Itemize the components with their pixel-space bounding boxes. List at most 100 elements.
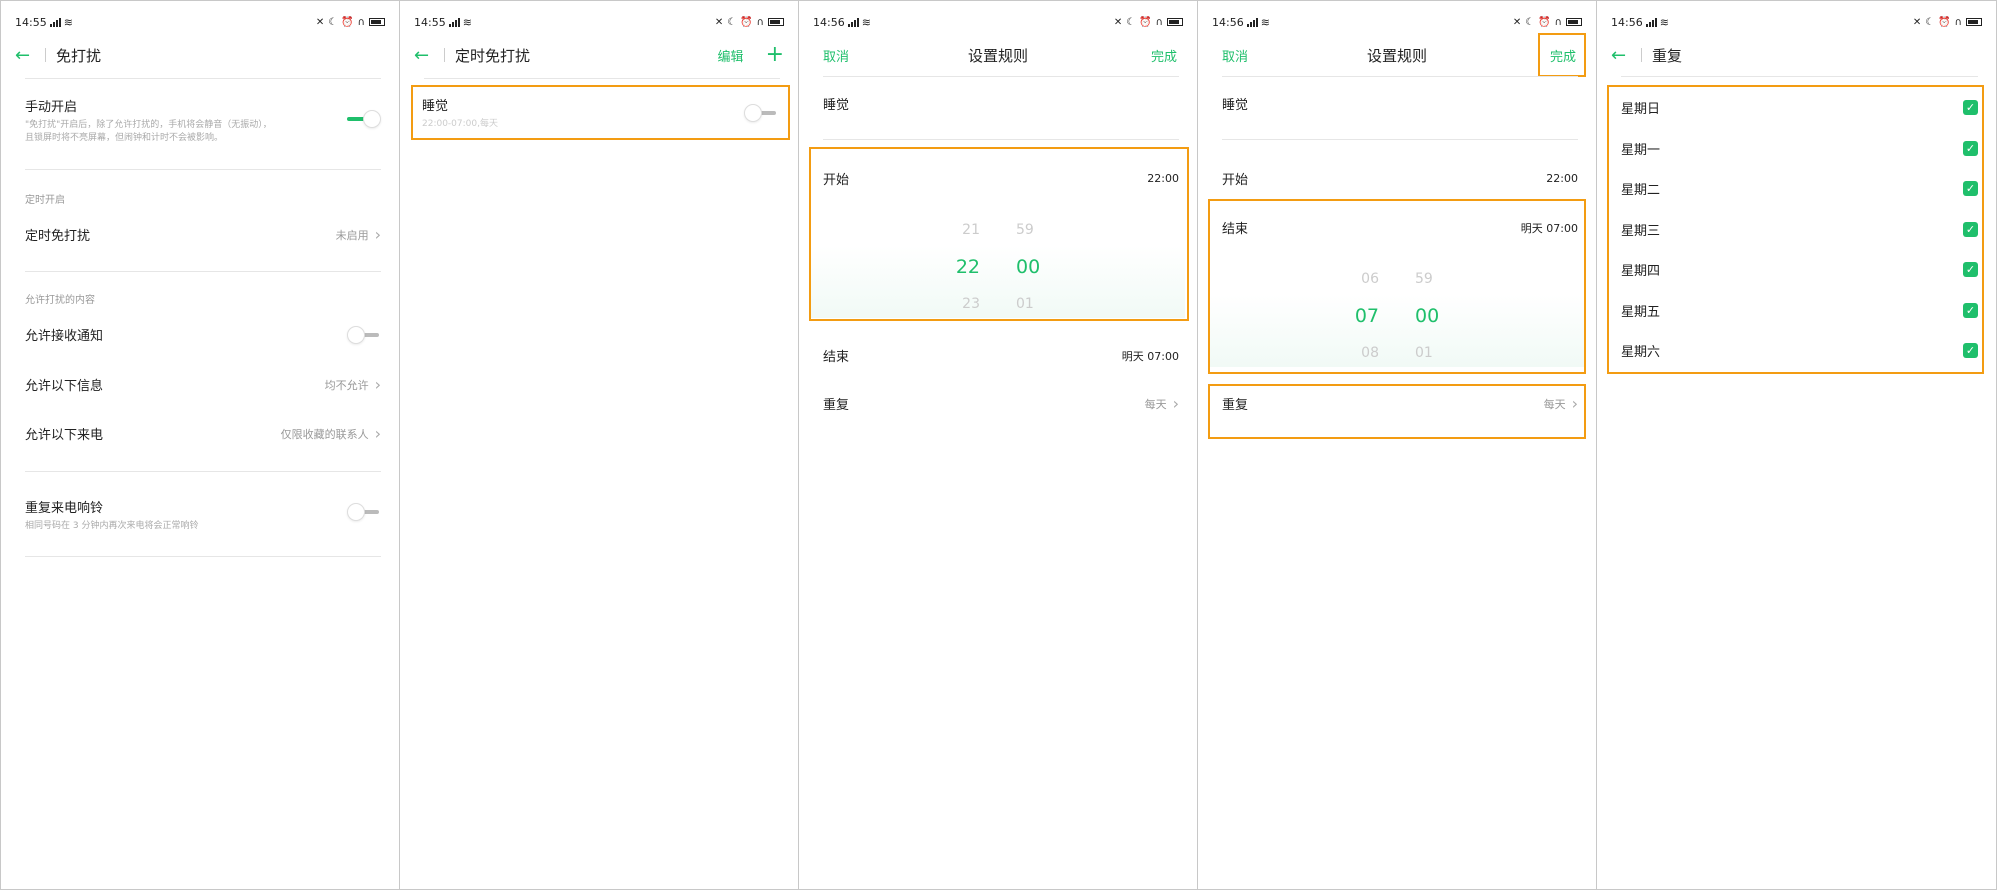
screens-strip: 14:55 ≋ ✕ ☾ ⏰ ∩ ← 免打扰 手动开启 "免打扰"开启后，除了允许…: [0, 0, 1997, 890]
allow-msg-value: 均不允许 ›: [325, 375, 381, 394]
picker-hour-selected: 07: [1354, 304, 1379, 327]
allow-notify-toggle[interactable]: [347, 325, 381, 344]
rule-name-input[interactable]: 睡觉: [823, 94, 849, 113]
picker-minute-selected: 00: [1415, 304, 1440, 327]
nav-bar: ← 重复: [1611, 37, 1982, 73]
rule-name: 睡觉: [422, 99, 449, 114]
start-row[interactable]: 开始 22:00: [1222, 169, 1578, 188]
time-picker[interactable]: 06 59 07 00 08 01: [1210, 260, 1584, 371]
day-label: 星期日: [1621, 102, 1661, 117]
picker-minute-prev: 59: [1415, 270, 1433, 287]
time-picker[interactable]: 21 59 22 00 23 01: [811, 211, 1185, 322]
divider: [1222, 76, 1578, 77]
cancel-button[interactable]: 取消: [1222, 46, 1248, 65]
plus-icon[interactable]: +: [766, 44, 784, 66]
schedule-label: 定时免打扰: [25, 229, 91, 244]
end-row[interactable]: 结束 明天 07:00: [823, 346, 1179, 366]
wifi-icon: ≋: [861, 15, 871, 29]
signal-icon: [448, 17, 460, 27]
battery-icon: [768, 18, 784, 26]
back-arrow-icon[interactable]: ←: [15, 45, 41, 66]
done-button[interactable]: 完成: [1151, 46, 1177, 65]
rule-name-input[interactable]: 睡觉: [1222, 94, 1248, 113]
divider: [25, 271, 381, 272]
signal-icon: [1645, 17, 1657, 27]
alarm-icon: ⏰: [1538, 16, 1551, 28]
checkbox-checked-icon[interactable]: ✓: [1963, 343, 1978, 358]
wifi-icon: ≋: [462, 15, 472, 29]
checkbox-checked-icon[interactable]: ✓: [1963, 222, 1978, 237]
rule-name-field[interactable]: 睡觉: [1222, 94, 1578, 113]
back-arrow-icon[interactable]: ←: [1611, 45, 1637, 66]
end-value: 明天 07:00: [1121, 349, 1179, 363]
repeat-row[interactable]: 重复 每天 ›: [823, 394, 1179, 413]
signal-icon: [49, 17, 61, 27]
divider: [823, 139, 1179, 140]
title-divider: [1641, 48, 1642, 62]
alarm-icon: ⏰: [1938, 16, 1951, 28]
rule-row-sleep[interactable]: 睡觉 22:00-07:00,每天: [422, 95, 778, 131]
rule-desc: 22:00-07:00,每天: [422, 119, 498, 129]
allow-notify-row[interactable]: 允许接收通知: [25, 325, 381, 344]
allow-msg-row[interactable]: 允许以下信息 均不允许 ›: [25, 375, 381, 394]
allow-call-status: 仅限收藏的联系人: [280, 427, 369, 441]
picker-row-selected: 22 00: [811, 248, 1185, 285]
picker-row-prev: 06 59: [1210, 260, 1584, 297]
status-time: 14:56: [813, 15, 845, 29]
end-row[interactable]: 结束 明天 07:00: [1222, 218, 1578, 238]
nav-bar: 取消 设置规则 完成: [1212, 37, 1582, 73]
day-row-friday[interactable]: 星期五 ✓: [1621, 301, 1978, 320]
status-time: 14:55: [15, 15, 47, 29]
day-row-saturday[interactable]: 星期六 ✓: [1621, 341, 1978, 360]
allow-call-row[interactable]: 允许以下来电 仅限收藏的联系人 ›: [25, 424, 381, 443]
cancel-button[interactable]: 取消: [823, 46, 849, 65]
mute-icon: ✕: [315, 16, 325, 28]
manual-enable-desc: "免打扰"开启后，除了允许打扰的，手机将会静音（无振动）， 且锁屏时将不亮屏幕，…: [25, 119, 272, 145]
chevron-right-icon: ›: [374, 225, 381, 244]
day-row-thursday[interactable]: 星期四 ✓: [1621, 260, 1978, 279]
day-row-monday[interactable]: 星期一 ✓: [1621, 139, 1978, 158]
back-arrow-icon[interactable]: ←: [414, 45, 440, 66]
day-row-sunday[interactable]: 星期日 ✓: [1621, 98, 1978, 117]
manual-enable-row[interactable]: 手动开启 "免打扰"开启后，除了允许打扰的，手机将会静音（无振动）， 且锁屏时将…: [25, 96, 381, 145]
divider: [25, 169, 381, 170]
repeat-call-row[interactable]: 重复来电响铃 相同号码在 3 分钟内再次来电将会正常响铃: [25, 497, 381, 533]
moon-icon: ☾: [727, 16, 737, 28]
headphone-icon: ∩: [1954, 16, 1962, 28]
checkbox-checked-icon[interactable]: ✓: [1963, 100, 1978, 115]
day-row-wednesday[interactable]: 星期三 ✓: [1621, 220, 1978, 239]
checkbox-checked-icon[interactable]: ✓: [1963, 303, 1978, 318]
status-time: 14:56: [1212, 15, 1244, 29]
nav-bar: ← 免打扰: [15, 37, 385, 73]
rule-toggle[interactable]: [744, 104, 778, 122]
checkbox-checked-icon[interactable]: ✓: [1963, 181, 1978, 196]
picker-minute-next: 01: [1016, 295, 1034, 312]
day-row-tuesday[interactable]: 星期二 ✓: [1621, 179, 1978, 198]
allow-call-value: 仅限收藏的联系人 ›: [281, 424, 381, 443]
mute-icon: ✕: [1512, 16, 1522, 28]
picker-row-selected: 07 00: [1210, 297, 1584, 334]
day-label: 星期六: [1621, 345, 1661, 360]
checkbox-checked-icon[interactable]: ✓: [1963, 141, 1978, 156]
status-bar: 14:56 ≋ ✕ ☾ ⏰ ∩: [1212, 15, 1582, 29]
status-bar: 14:56 ≋ ✕ ☾ ⏰ ∩: [813, 15, 1183, 29]
manual-enable-toggle[interactable]: [347, 110, 381, 128]
schedule-section-label: 定时开启: [25, 195, 65, 206]
status-bar: 14:56 ≋ ✕ ☾ ⏰ ∩: [1611, 15, 1982, 29]
checkbox-checked-icon[interactable]: ✓: [1963, 262, 1978, 277]
repeat-call-toggle[interactable]: [347, 503, 381, 521]
alarm-icon: ⏰: [740, 16, 753, 28]
done-button[interactable]: 完成: [1550, 46, 1576, 65]
divider: [1621, 76, 1978, 77]
panel-set-rule-end: 14:56 ≋ ✕ ☾ ⏰ ∩ 取消 设置规则 完成 睡觉 开始 22:00 结…: [1198, 1, 1597, 889]
panel-repeat-days: 14:56 ≋ ✕ ☾ ⏰ ∩ ← 重复 星期日 ✓ 星期一 ✓ 星期二 ✓ 星…: [1597, 1, 1996, 889]
edit-button[interactable]: 编辑: [718, 46, 744, 65]
rule-name-field[interactable]: 睡觉: [823, 94, 1179, 113]
start-row[interactable]: 开始 22:00: [823, 169, 1179, 188]
picker-minute-prev: 59: [1016, 221, 1034, 238]
schedule-row[interactable]: 定时免打扰 未启用 ›: [25, 225, 381, 244]
divider: [25, 78, 381, 79]
signal-icon: [1246, 17, 1258, 27]
repeat-row[interactable]: 重复 每天 ›: [1222, 394, 1578, 413]
repeat-label: 重复: [1222, 398, 1249, 413]
